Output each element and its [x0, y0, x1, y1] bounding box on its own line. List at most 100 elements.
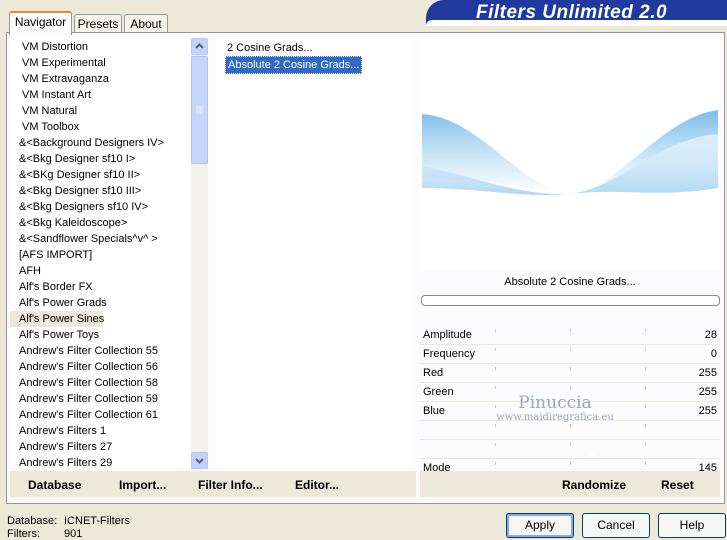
- tab-navigator[interactable]: Navigator: [9, 11, 72, 35]
- tick-mark: [645, 424, 646, 427]
- parameter-value: 255: [698, 405, 717, 417]
- filter-item[interactable]: 2 Cosine Grads...: [225, 40, 315, 56]
- parameter-value: 0: [710, 348, 717, 360]
- tick-mark: [645, 443, 646, 446]
- tab-presets[interactable]: Presets: [74, 14, 122, 33]
- category-item[interactable]: &<Bkg Designer sf10 I>: [10, 151, 190, 167]
- app-title: Filters Unlimited 2.0: [476, 2, 668, 23]
- parameter-row[interactable]: [420, 440, 720, 459]
- watermark: Pinuccia www.maidiregrafica.eu: [490, 393, 620, 423]
- app-banner: Filters Unlimited 2.0: [426, 0, 727, 26]
- category-item[interactable]: VM Natural: [10, 103, 190, 119]
- database-label: Database:: [7, 515, 58, 527]
- tick-mark: [570, 367, 571, 370]
- tick-mark: [570, 386, 571, 389]
- tab-about[interactable]: About: [124, 14, 168, 33]
- category-item[interactable]: VM Distortion: [10, 39, 190, 55]
- tick-mark: [570, 424, 571, 427]
- progress-bar: [421, 295, 720, 306]
- parameter-value: 255: [698, 386, 717, 398]
- tick-mark: [495, 367, 496, 370]
- tick-mark: [645, 348, 646, 351]
- tick-mark: [495, 443, 496, 446]
- category-item[interactable]: Alf's Power Grads: [10, 295, 190, 311]
- category-item[interactable]: Andrew's Filter Collection 59: [10, 391, 190, 407]
- category-item[interactable]: Alf's Border FX: [10, 279, 190, 295]
- filter-list[interactable]: 2 Cosine Grads... Absolute 2 Cosine Grad…: [216, 38, 414, 468]
- category-item[interactable]: &<Bkg Designer sf10 III>: [10, 183, 190, 199]
- parameter-label: Amplitude: [423, 329, 472, 341]
- randomize-button[interactable]: Randomize: [562, 478, 626, 492]
- category-item[interactable]: AFH: [10, 263, 190, 279]
- category-item[interactable]: Andrew's Filters 1: [10, 423, 190, 439]
- filter-item-selected[interactable]: Absolute 2 Cosine Grads...: [225, 56, 363, 74]
- watermark-title: Pinuccia: [518, 393, 592, 413]
- tick-mark: [570, 348, 571, 351]
- tick-mark: [645, 462, 646, 465]
- chevron-up-icon: [195, 43, 204, 49]
- parameter-row[interactable]: [420, 421, 720, 440]
- parameter-label: Red: [423, 367, 444, 379]
- scroll-up-button[interactable]: [191, 38, 208, 55]
- category-item[interactable]: Alf's Power Toys: [10, 327, 190, 343]
- category-item[interactable]: &<BKg Designer sf10 II>: [10, 167, 190, 183]
- category-item[interactable]: &<Bkg Kaleidoscope>: [10, 215, 190, 231]
- scroll-down-button[interactable]: [191, 452, 208, 469]
- category-list[interactable]: VM Distortion VM Experimental VM Extravaga…: [10, 38, 190, 468]
- category-scrollbar[interactable]: [191, 38, 208, 469]
- right-toolbar: Randomize Reset: [420, 471, 720, 497]
- preview-filter-name: Absolute 2 Cosine Grads...: [504, 276, 636, 288]
- tick-mark: [570, 329, 571, 332]
- tick-mark: [495, 462, 496, 465]
- category-item[interactable]: Andrew's Filter Collection 56: [10, 359, 190, 375]
- filter-info-button[interactable]: Filter Info...: [198, 478, 263, 492]
- cancel-button[interactable]: Cancel: [582, 513, 650, 538]
- category-item[interactable]: Andrew's Filter Collection 61: [10, 407, 190, 423]
- help-button[interactable]: Help: [658, 513, 726, 538]
- parameter-label: Frequency: [423, 348, 475, 360]
- category-item[interactable]: VM Instant Art: [10, 87, 190, 103]
- parameter-label: Blue: [423, 405, 446, 417]
- tick-mark: [645, 386, 646, 389]
- parameter-value: 28: [704, 329, 717, 341]
- category-item[interactable]: &<Bkg Designers sf10 IV>: [10, 199, 190, 215]
- parameter-row[interactable]: Amplitude 28: [420, 326, 720, 345]
- category-item[interactable]: Andrew's Filter Collection 55: [10, 343, 190, 359]
- tick-mark: [570, 443, 571, 446]
- filters-label: Filters:: [7, 528, 40, 540]
- tick-mark: [570, 462, 571, 465]
- parameter-value: 255: [698, 367, 717, 379]
- tick-mark: [495, 424, 496, 427]
- scroll-thumb[interactable]: [191, 56, 208, 164]
- category-item[interactable]: VM Toolbox: [10, 119, 190, 135]
- tick-mark: [495, 329, 496, 332]
- filters-count: 901: [64, 528, 83, 540]
- category-item-selected[interactable]: Alf's Power Sines: [10, 311, 104, 327]
- category-item[interactable]: Andrew's Filter Collection 58: [10, 375, 190, 391]
- reset-button[interactable]: Reset: [661, 478, 694, 492]
- tick-mark: [495, 386, 496, 389]
- category-item[interactable]: &<Sandflower Specials^v^ >: [10, 231, 190, 247]
- category-item[interactable]: &<Background Designers IV>: [10, 135, 190, 151]
- editor-button[interactable]: Editor...: [295, 478, 339, 492]
- tick-mark: [645, 367, 646, 370]
- left-toolbar: Database Import... Filter Info... Editor…: [10, 471, 416, 497]
- tick-mark: [645, 405, 646, 408]
- parameter-row[interactable]: Red 255: [420, 364, 720, 383]
- category-item[interactable]: Andrew's Filters 27: [10, 439, 190, 455]
- apply-button[interactable]: Apply: [506, 513, 574, 538]
- parameter-row[interactable]: Frequency 0: [420, 345, 720, 364]
- category-item[interactable]: VM Experimental: [10, 55, 190, 71]
- import-button[interactable]: Import...: [119, 478, 166, 492]
- tick-mark: [495, 348, 496, 351]
- slider-marker-icon: [585, 451, 597, 458]
- database-button[interactable]: Database: [28, 478, 81, 492]
- category-item[interactable]: Andrew's Filters 29: [10, 455, 190, 468]
- grip-icon: [196, 106, 203, 114]
- chevron-down-icon: [195, 458, 204, 464]
- filter-preview: [420, 38, 720, 270]
- preview-image: [422, 110, 718, 195]
- category-item[interactable]: VM Extravaganza: [10, 71, 190, 87]
- category-item[interactable]: [AFS IMPORT]: [10, 247, 190, 263]
- watermark-url: www.maidiregrafica.eu: [496, 412, 614, 423]
